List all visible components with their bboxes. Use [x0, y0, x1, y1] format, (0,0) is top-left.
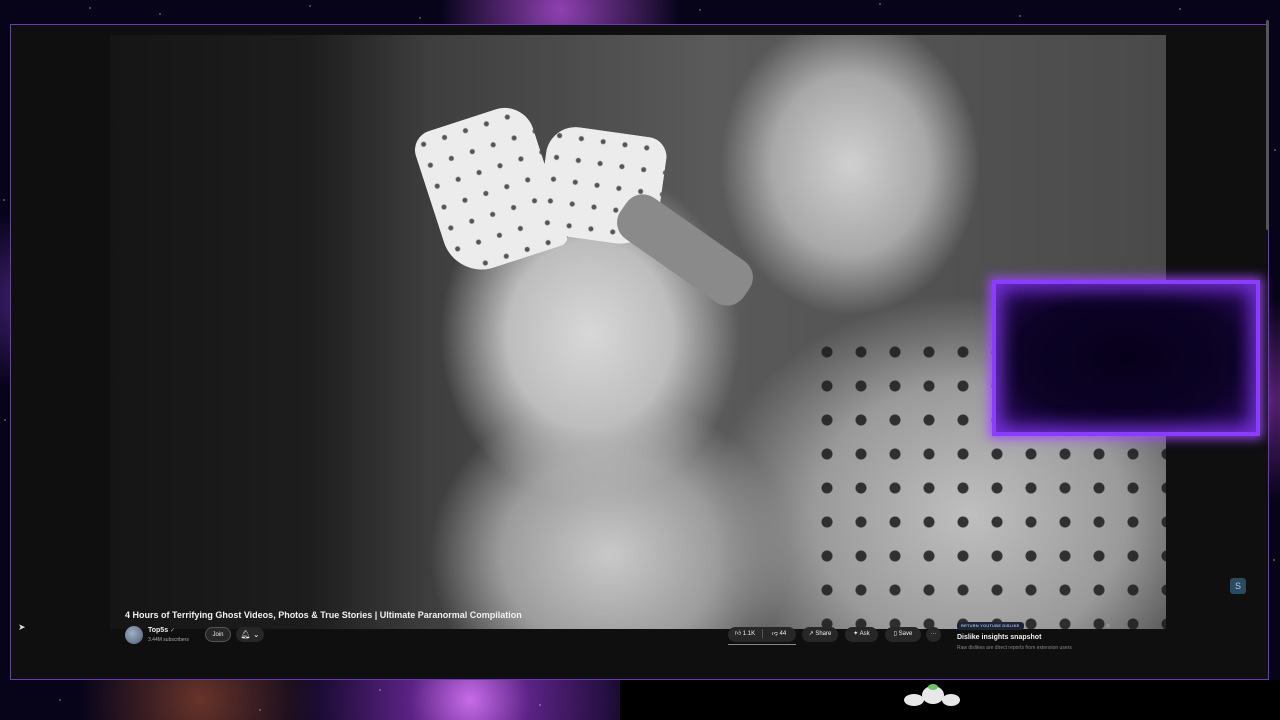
extension-icon[interactable]: S	[1230, 578, 1246, 594]
verified-check-icon: ✓	[170, 628, 176, 634]
ryd-heading: Dislike insights snapshot	[957, 634, 1042, 641]
stream-overlay-frame	[992, 280, 1260, 436]
mouse-cursor-icon: ➤	[18, 622, 26, 632]
more-actions-button[interactable]: ···	[926, 627, 941, 642]
frog-mascot-icon	[898, 682, 966, 712]
youtube-header	[11, 25, 1268, 35]
thumbs-down-icon: 👎︎	[771, 631, 780, 637]
video-title: 4 Hours of Terrifying Ghost Videos, Phot…	[125, 610, 522, 620]
headband	[609, 186, 761, 314]
notification-bell-button[interactable]: 🔔︎ ⌄	[236, 627, 264, 642]
like-dislike-group: 👍︎ 1.1K 👎︎ 44	[728, 627, 796, 642]
subscriber-count: 3.44M subscribers	[148, 637, 189, 643]
like-button[interactable]: 👍︎ 1.1K	[729, 627, 762, 642]
save-button[interactable]: ▯ Save	[885, 627, 921, 642]
channel-name[interactable]: Top5s	[148, 627, 168, 634]
scrollbar[interactable]	[1266, 20, 1269, 230]
ryd-badge: RETURN YOUTUBE DISLIKE	[957, 622, 1024, 630]
like-count: 1.1K	[742, 631, 756, 637]
ask-label: Ask	[859, 631, 870, 637]
chevron-down-icon: ⌄	[250, 630, 260, 639]
ryd-subtitle: Raw dislikes are direct reports from ext…	[957, 645, 1072, 651]
save-label: Save	[898, 631, 913, 637]
join-button[interactable]: Join	[205, 627, 231, 642]
like-ratio-bar	[728, 644, 796, 645]
ask-button[interactable]: ✦ Ask	[845, 627, 878, 642]
close-icon[interactable]: ×	[1106, 623, 1110, 630]
bell-icon: 🔔︎	[240, 630, 251, 639]
channel-avatar[interactable]	[125, 626, 143, 644]
share-label: Share	[815, 631, 832, 637]
thumbs-up-icon: 👍︎	[734, 631, 743, 637]
dislike-button[interactable]: 👎︎ 44	[763, 627, 796, 642]
return-youtube-dislike-panel: RETURN YOUTUBE DISLIKE × Dislike insight…	[955, 620, 1113, 654]
share-button[interactable]: ↗ Share	[802, 627, 838, 642]
dislike-count: 44	[779, 631, 787, 637]
